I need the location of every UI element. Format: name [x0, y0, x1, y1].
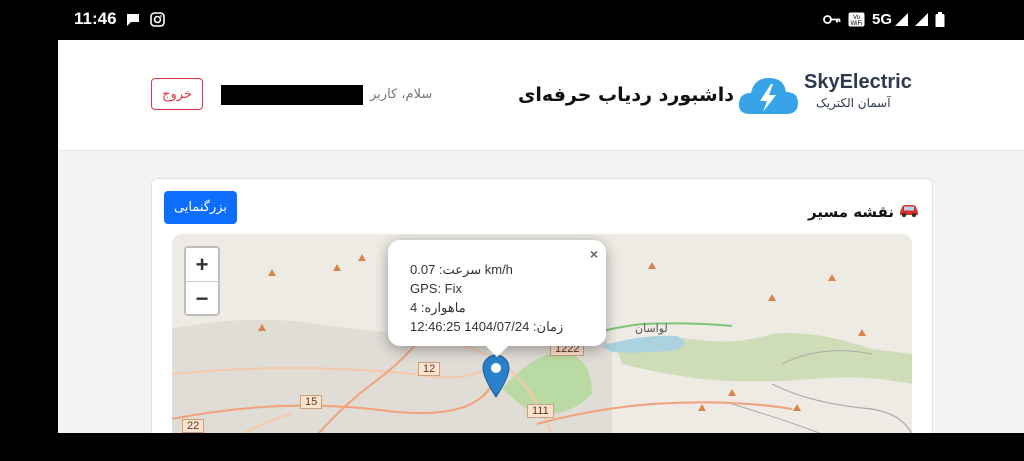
cloud-lightning-logo-icon: [738, 78, 798, 114]
car-icon: [900, 205, 918, 218]
app-content: خروج سلام، کاربر داشبورد ردیاب حرفه‌ای S…: [58, 40, 1024, 433]
map-zoom-in-button[interactable]: +: [186, 248, 218, 282]
location-popup: × سرعت: 0.07 km/h GPS: Fix ماهواره: 4 زم…: [388, 240, 606, 346]
road-label: 12: [418, 362, 441, 376]
popup-tip: [486, 346, 508, 357]
navigation-bar: [58, 433, 1024, 461]
brand-subtitle: آسمان الکتریک: [816, 96, 891, 110]
redacted-username: [221, 85, 363, 105]
popup-close-button[interactable]: ×: [590, 246, 598, 262]
dashboard-header: خروج سلام، کاربر داشبورد ردیاب حرفه‌ای S…: [58, 40, 1024, 151]
zoom-button[interactable]: بزرگنمایی: [164, 191, 237, 224]
instagram-icon: [150, 12, 165, 27]
popup-gps: GPS: Fix: [410, 281, 463, 296]
status-bar: 11:46 Vo WiFi 5G: [0, 0, 1024, 40]
signal-icon: [915, 13, 928, 26]
popup-speed: سرعت: 0.07 km/h: [410, 262, 513, 277]
brand-name: SkyElectric: [804, 71, 912, 93]
key-icon: [823, 15, 841, 24]
location-marker-icon[interactable]: [482, 354, 510, 398]
battery-icon: [935, 12, 945, 27]
volte-icon: VoWiFi: [848, 12, 865, 27]
road-label: 15: [300, 395, 323, 409]
message-icon: [127, 14, 139, 26]
card-title: نقشه مسیر: [807, 203, 894, 221]
network-type: 5G: [872, 11, 893, 28]
road-label: 22: [182, 419, 205, 433]
popup-time: زمان: 1404/07/24 12:46:25: [410, 319, 564, 334]
popup-satellites: ماهواره: 4: [410, 300, 466, 315]
svg-text:WiFi: WiFi: [851, 21, 863, 27]
place-label: لواسان: [635, 322, 668, 335]
signal-icon: [895, 13, 908, 26]
page-title: داشبورد ردیاب حرفه‌ای: [518, 84, 734, 106]
map-zoom-control: + −: [184, 246, 220, 316]
user-greeting: سلام، کاربر: [370, 87, 433, 102]
road-label: 111: [527, 404, 554, 418]
logout-button[interactable]: خروج: [151, 78, 203, 110]
route-map-card: بزرگنمایی نقشه مسیر + − 1222 12 15 111 2…: [151, 178, 933, 433]
route-map[interactable]: + − 1222 12 15 111 22 لواسان × سرعت: 0.0…: [172, 234, 912, 433]
map-zoom-out-button[interactable]: −: [186, 282, 218, 315]
status-time: 11:46: [74, 9, 117, 28]
